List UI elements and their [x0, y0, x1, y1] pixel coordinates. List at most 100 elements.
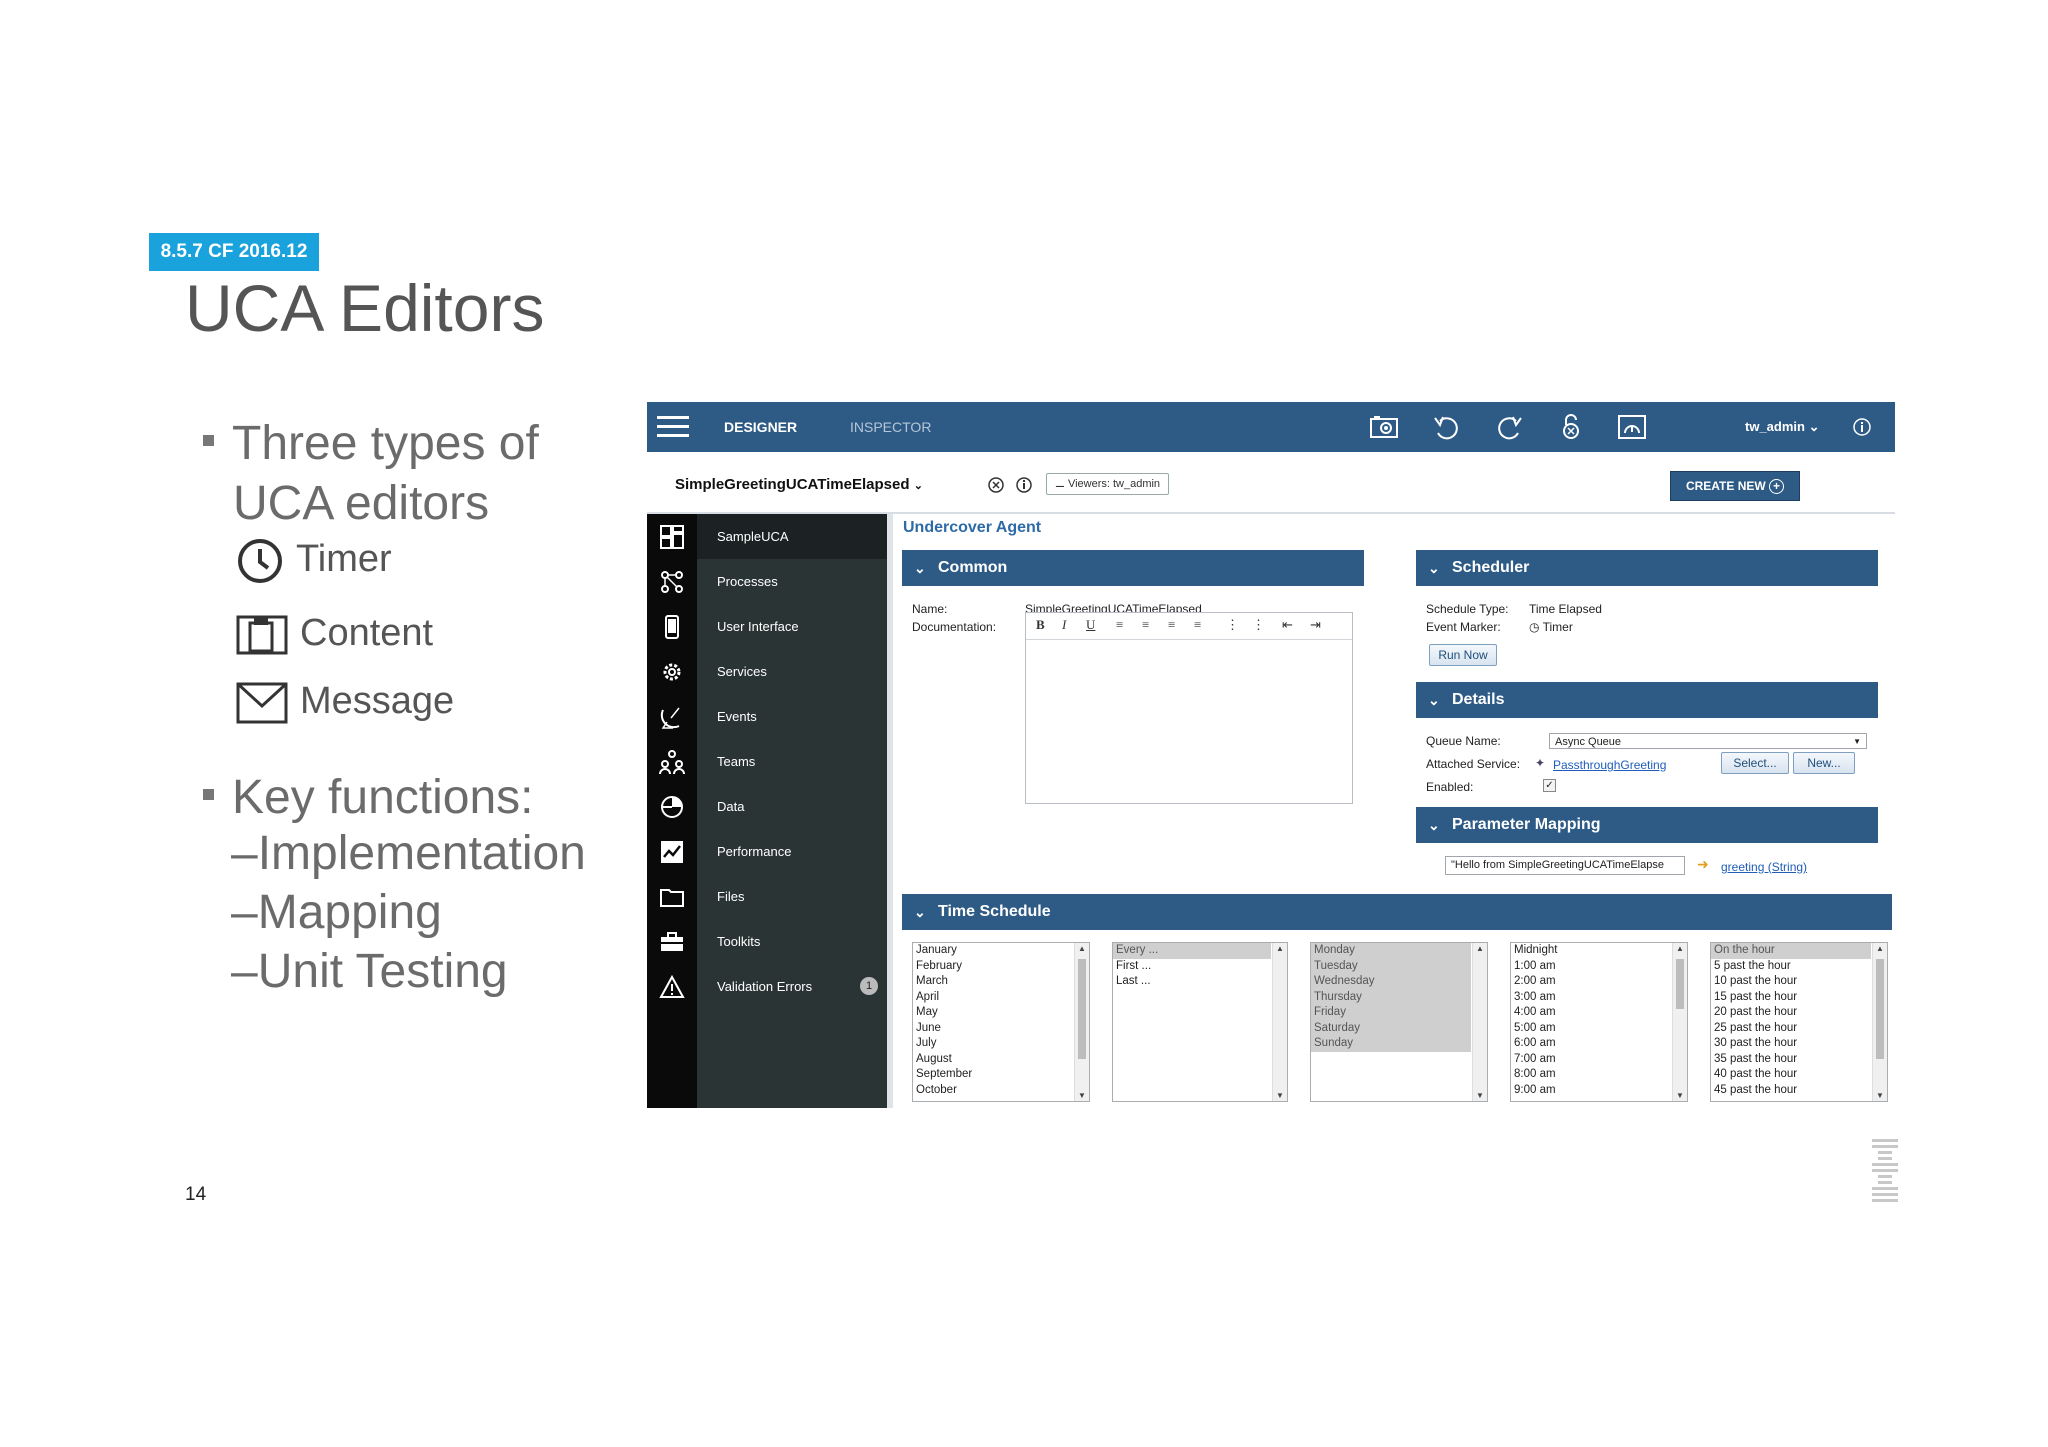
nav-item-sampleuca[interactable]: SampleUCA [697, 514, 887, 559]
nav-item-data[interactable]: Data [697, 784, 887, 829]
mapping-input-field[interactable]: "Hello from SimpleGreetingUCATimeElapse [1445, 856, 1685, 875]
indent-icon[interactable]: ⇥ [1310, 617, 1321, 635]
attached-service-link[interactable]: PassthroughGreeting [1553, 758, 1666, 772]
snapshot-camera-icon[interactable] [1369, 413, 1399, 441]
scrollbar[interactable]: ▲ ▼ [1672, 943, 1687, 1101]
scheduler-section-header[interactable]: ⌄ Scheduler [1416, 550, 1878, 586]
scroll-up-icon[interactable]: ▲ [1473, 944, 1487, 953]
nav-item-teams[interactable]: Teams [697, 739, 887, 784]
nav-item-events[interactable]: Events [697, 694, 887, 739]
enabled-checkbox[interactable]: ✓ [1543, 779, 1556, 792]
list-item[interactable]: January [913, 943, 1089, 959]
scroll-thumb[interactable] [1876, 959, 1884, 1059]
list-item[interactable]: Midnight [1511, 943, 1687, 959]
list-item[interactable]: First ... [1113, 959, 1287, 975]
folder-icon[interactable] [657, 882, 687, 912]
scroll-up-icon[interactable]: ▲ [1873, 944, 1887, 953]
align-center-icon[interactable]: ≡ [1142, 617, 1149, 635]
list-item[interactable]: June [913, 1021, 1089, 1037]
list-item[interactable]: 9:00 am [1511, 1083, 1687, 1099]
list-item[interactable]: March [913, 974, 1089, 990]
list-item[interactable]: August [913, 1052, 1089, 1068]
align-right-icon[interactable]: ≡ [1168, 617, 1175, 635]
list-item[interactable]: 7:00 am [1511, 1052, 1687, 1068]
new-service-button[interactable]: New... [1793, 752, 1855, 774]
unlock-icon[interactable] [1556, 413, 1586, 441]
list-item[interactable]: May [913, 1005, 1089, 1021]
nav-item-performance[interactable]: Performance [697, 829, 887, 874]
bold-icon[interactable]: B [1036, 617, 1045, 635]
hamburger-menu-icon[interactable] [657, 414, 689, 440]
scroll-down-icon[interactable]: ▼ [1075, 1091, 1089, 1100]
satellite-dish-icon[interactable] [657, 702, 687, 732]
list-item[interactable]: Tuesday [1311, 958, 1471, 974]
performance-chart-icon[interactable] [657, 837, 687, 867]
days-listbox[interactable]: Monday Tuesday Wednesday Thursday Friday… [1310, 942, 1488, 1102]
panel-divider[interactable] [887, 514, 893, 1108]
scroll-down-icon[interactable]: ▼ [1873, 1091, 1887, 1100]
nav-item-validation-errors[interactable]: Validation Errors [697, 964, 887, 1009]
align-left-icon[interactable]: ≡ [1116, 617, 1123, 635]
select-service-button[interactable]: Select... [1721, 752, 1789, 774]
list-item[interactable]: 4:00 am [1511, 1005, 1687, 1021]
list-item[interactable]: April [913, 990, 1089, 1006]
pie-chart-icon[interactable] [657, 792, 687, 822]
list-item[interactable]: 2:00 am [1511, 974, 1687, 990]
list-item[interactable]: 30 past the hour [1711, 1036, 1887, 1052]
list-item[interactable]: 35 past the hour [1711, 1052, 1887, 1068]
underline-icon[interactable]: U [1086, 617, 1095, 635]
close-circle-icon[interactable] [987, 476, 1005, 494]
nav-item-processes[interactable]: Processes [697, 559, 887, 604]
nav-item-toolkits[interactable]: Toolkits [697, 919, 887, 964]
details-section-header[interactable]: ⌄ Details [1416, 682, 1878, 718]
gear-icon[interactable] [657, 657, 687, 687]
parameter-mapping-section-header[interactable]: ⌄ Parameter Mapping [1416, 807, 1878, 843]
scrollbar[interactable]: ▲ ▼ [1872, 943, 1887, 1101]
list-item[interactable]: 6:00 am [1511, 1036, 1687, 1052]
undo-icon[interactable] [1432, 413, 1462, 441]
create-new-button[interactable]: CREATE NEW + [1670, 471, 1800, 501]
playback-icon[interactable] [1617, 413, 1647, 441]
numbered-list-icon[interactable]: ⋮ [1226, 617, 1239, 635]
common-section-header[interactable]: ⌄ Common [902, 550, 1364, 586]
nav-item-files[interactable]: Files [697, 874, 887, 919]
tab-designer[interactable]: DESIGNER [724, 402, 797, 452]
list-item[interactable]: July [913, 1036, 1089, 1052]
mobile-device-icon[interactable] [657, 612, 687, 642]
queue-name-select[interactable]: Async Queue ▼ [1549, 733, 1867, 749]
outdent-icon[interactable]: ⇤ [1282, 617, 1293, 635]
redo-icon[interactable] [1494, 413, 1524, 441]
process-name-dropdown[interactable]: SimpleGreetingUCATimeElapsed ⌄ [675, 476, 923, 493]
mapping-target-link[interactable]: greeting (String) [1721, 860, 1807, 874]
frequency-listbox[interactable]: Every ... First ... Last ... ▲ ▼ [1112, 942, 1288, 1102]
info-icon[interactable] [1852, 417, 1872, 437]
toolbox-icon[interactable] [657, 927, 687, 957]
list-item[interactable]: February [913, 959, 1089, 975]
process-flow-icon[interactable] [657, 567, 687, 597]
list-item[interactable]: 1:00 am [1511, 959, 1687, 975]
info-icon[interactable] [1015, 476, 1033, 494]
list-item[interactable]: Last ... [1113, 974, 1287, 990]
scroll-down-icon[interactable]: ▼ [1273, 1091, 1287, 1100]
list-item[interactable]: Friday [1311, 1005, 1471, 1021]
bullet-list-icon[interactable]: ⋮ [1252, 617, 1265, 635]
list-item[interactable]: 45 past the hour [1711, 1083, 1887, 1099]
minutes-listbox[interactable]: On the hour 5 past the hour 10 past the … [1710, 942, 1888, 1102]
list-item[interactable]: 5:00 am [1511, 1021, 1687, 1037]
scroll-thumb[interactable] [1078, 959, 1086, 1059]
scroll-up-icon[interactable]: ▲ [1673, 944, 1687, 953]
tab-inspector[interactable]: INSPECTOR [850, 402, 931, 452]
hours-listbox[interactable]: Midnight 1:00 am 2:00 am 3:00 am 4:00 am… [1510, 942, 1688, 1102]
list-item[interactable]: October [913, 1083, 1089, 1099]
scroll-down-icon[interactable]: ▼ [1673, 1091, 1687, 1100]
run-now-button[interactable]: Run Now [1429, 644, 1497, 666]
list-item[interactable]: September [913, 1067, 1089, 1083]
list-item[interactable]: 10 past the hour [1711, 974, 1887, 990]
user-menu[interactable]: tw_admin ⌄ [1745, 402, 1820, 452]
documentation-editor[interactable]: B I U ≡ ≡ ≡ ≡ ⋮ ⋮ ⇤ ⇥ [1025, 612, 1353, 804]
list-item[interactable]: 40 past the hour [1711, 1067, 1887, 1083]
list-item[interactable]: Monday [1311, 943, 1471, 959]
list-item[interactable]: On the hour [1711, 943, 1871, 959]
justify-icon[interactable]: ≡ [1194, 617, 1201, 635]
list-item[interactable]: Every ... [1113, 943, 1271, 959]
